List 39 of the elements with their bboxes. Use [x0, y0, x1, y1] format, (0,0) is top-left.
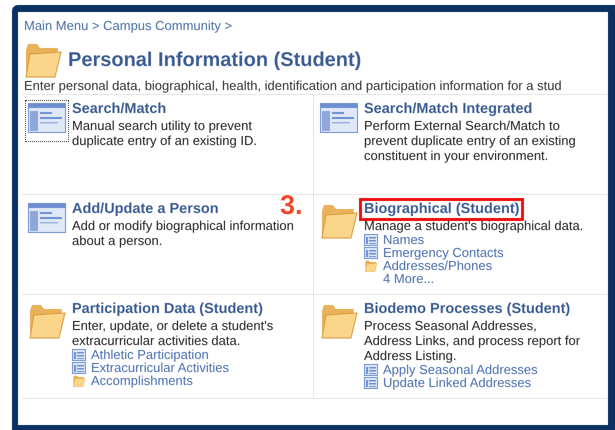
tile-title-link[interactable]: Search/Match Integrated	[364, 101, 532, 118]
tile-title-link[interactable]: Biodemo Processes (Student)	[364, 301, 570, 318]
sub-link[interactable]: Extracurricular Activities	[91, 361, 229, 374]
list-icon	[364, 234, 378, 246]
tile-description: Perform External Search/Match to prevent duplicate entry of an existing constituent in your environment.	[364, 118, 577, 163]
sub-link[interactable]: Update Linked Addresses	[383, 376, 532, 389]
tile-description: Add or modify biographical information about a person.	[72, 218, 295, 248]
folder-icon	[320, 203, 358, 239]
window-icon	[28, 103, 66, 133]
tile-title-link[interactable]: Search/Match	[72, 101, 166, 118]
window-icon	[320, 103, 358, 133]
list-icon	[72, 362, 86, 374]
tile-title-link[interactable]: Biographical (Student)	[362, 201, 522, 218]
window-icon	[28, 203, 66, 233]
list-icon	[364, 246, 378, 258]
tile-title-link[interactable]: Participation Data (Student)	[72, 301, 263, 318]
folder-icon	[364, 260, 378, 272]
sub-link[interactable]: Addresses/Phones	[383, 259, 492, 272]
folder-icon	[72, 374, 86, 386]
sub-link[interactable]: Athletic Participation	[91, 348, 209, 361]
sub-link[interactable]: Accomplishments	[91, 374, 193, 387]
sub-link[interactable]: Emergency Contacts	[383, 246, 504, 259]
sub-link[interactable]: Names	[383, 233, 424, 246]
list-icon	[364, 376, 378, 388]
tile-description: Process Seasonal Addresses, Address Links, and process report for Address Listing.	[364, 318, 582, 363]
folder-icon	[28, 303, 66, 339]
sub-link[interactable]: Apply Seasonal Addresses	[383, 363, 538, 376]
folder-icon	[24, 42, 62, 78]
tile-title-link[interactable]: Add/Update a Person	[72, 201, 219, 218]
list-icon	[72, 348, 86, 360]
page-title: Personal Information (Student)	[68, 48, 362, 73]
tile-description: Manage a student's biographical data.	[364, 218, 584, 233]
tile-description: Manual search utility to prevent duplicate entry of an existing ID.	[72, 118, 258, 148]
sub-link[interactable]: 4 More...	[383, 272, 434, 285]
page-description: Enter personal data, biographical, health, identification and participation information for a stud	[24, 78, 563, 94]
folder-icon	[320, 303, 358, 339]
list-icon	[364, 364, 378, 376]
tile-description: Enter, update, or delete a student's extracurricular activities data.	[72, 318, 274, 348]
breadcrumb: Main Menu > Campus Community >	[24, 18, 234, 34]
